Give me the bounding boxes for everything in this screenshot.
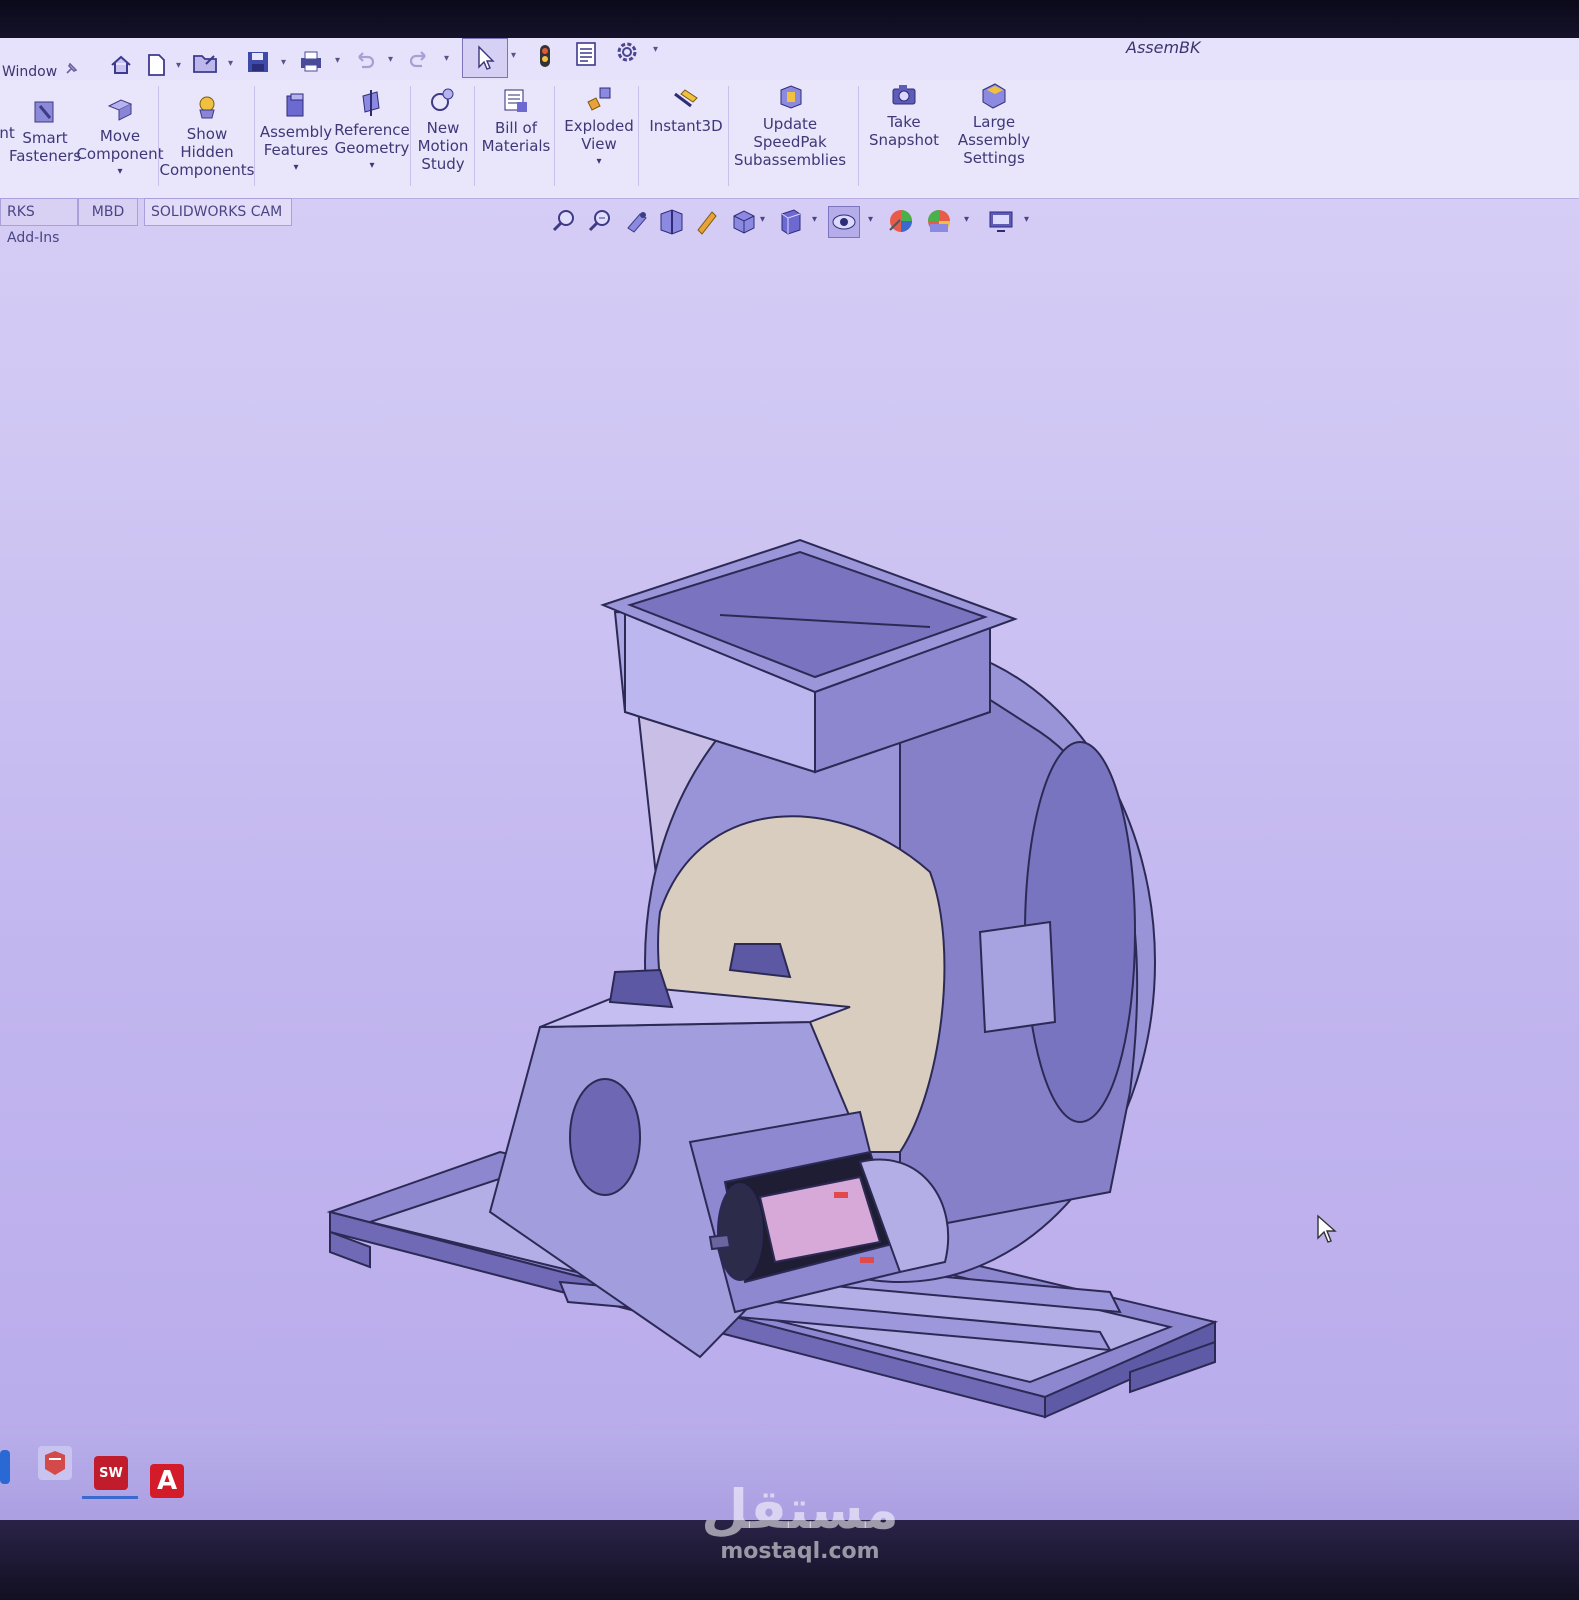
exploded-view-icon [587,87,611,111]
reference-geometry-icon [362,90,380,116]
chevron-down-icon[interactable]: ▾ [281,57,286,68]
app-shield-icon [45,1451,65,1475]
motion-study-icon [431,88,454,111]
ribbon-separator [254,86,255,186]
chevron-down-icon[interactable]: ▾ [964,214,969,225]
bill-of-materials-icon [504,89,527,112]
active-app-indicator [82,1496,138,1499]
large-assembly-settings-button[interactable]: Large Assembly Settings [946,68,1042,180]
chevron-down-icon[interactable]: ▾ [293,159,298,177]
start-button-edge[interactable] [0,1450,10,1484]
chevron-down-icon[interactable]: ▾ [596,153,601,171]
watermark-arabic: مستقل [701,1478,899,1541]
ribbon-separator [554,86,555,186]
undo-icon[interactable] [352,47,378,73]
update-speedpak-button[interactable]: Update SpeedPak Subassemblies [732,70,848,182]
options-gear-icon[interactable] [614,39,640,65]
take-snapshot-button[interactable]: Take Snapshot [862,68,946,180]
smart-fasteners-button[interactable]: Smart Fasteners [9,84,81,196]
window-menu[interactable]: Window [2,64,57,80]
instant3d-button[interactable]: Instant3D [644,72,728,184]
new-document-icon[interactable] [143,52,169,78]
ribbon-separator [474,86,475,186]
centrifugal-fan-assembly-model[interactable] [0,232,1579,1474]
chevron-down-icon[interactable]: ▾ [511,50,516,61]
chevron-down-icon[interactable]: ▾ [176,60,181,71]
camera-icon [892,85,916,105]
assembly-features-icon [286,93,304,117]
command-manager-ribbon: nt Smart Fasteners Move Component ▾ Show… [0,80,1579,199]
chevron-down-icon[interactable]: ▾ [868,214,873,225]
chevron-down-icon[interactable]: ▾ [228,58,233,69]
instant3d-icon [674,89,698,108]
large-assembly-icon [982,83,1006,109]
chevron-down-icon[interactable]: ▾ [812,214,817,225]
move-component-icon [107,99,133,121]
smart-fasteners-icon [34,101,54,123]
autocad-taskbar-button[interactable]: A [150,1464,184,1498]
move-component-button[interactable]: Move Component ▾ [76,82,164,194]
chevron-down-icon[interactable]: ▾ [388,54,393,65]
open-folder-icon[interactable] [192,50,218,76]
screen: Window ▾ ▾ ▾ ▾ ▾ ▾ ▾ ▾ AssemBK nt Smart … [0,0,1579,1600]
autocad-label: A [156,1466,178,1496]
redo-icon[interactable] [406,46,432,72]
tab-solidworks-addins[interactable]: RKS Add-Ins [0,198,78,246]
monitor-bezel-top [0,0,1579,40]
taskbar-app-icon[interactable] [38,1446,72,1480]
print-icon[interactable] [298,48,324,74]
ribbon-separator [858,86,859,186]
save-icon[interactable] [245,49,271,75]
pin-icon[interactable] [58,56,84,82]
bill-of-materials-button[interactable]: Bill of Materials [478,74,554,186]
document-title: AssemBK [1126,38,1201,57]
chevron-down-icon[interactable]: ▾ [653,44,658,55]
tab-solidworks-cam[interactable]: SOLIDWORKS CAM [144,198,292,226]
tab-mbd[interactable]: MBD [78,198,138,226]
assembly-features-button[interactable]: Assembly Features ▾ [258,78,334,190]
ribbon-separator [638,86,639,186]
file-properties-icon[interactable] [573,41,599,67]
solidworks-taskbar-button[interactable]: SW [94,1456,128,1490]
speedpak-icon [780,85,802,109]
chevron-down-icon[interactable]: ▾ [444,53,449,64]
watermark: مستقل mostaql.com [690,1480,910,1564]
home-icon[interactable] [108,52,134,78]
chevron-down-icon[interactable]: ▾ [117,163,122,181]
graphics-viewport[interactable] [0,232,1579,1474]
chevron-down-icon[interactable]: ▾ [369,157,374,175]
chevron-down-icon[interactable]: ▾ [760,214,765,225]
mouse-cursor-icon [1317,1214,1337,1243]
show-hidden-components-icon [199,96,215,119]
select-arrow-icon[interactable] [462,38,508,78]
reference-geometry-button[interactable]: Reference Geometry ▾ [334,76,410,188]
ribbon-separator [410,86,411,186]
rebuild-icon[interactable] [532,43,558,69]
show-hidden-components-button[interactable]: Show Hidden Components [160,80,254,192]
chevron-down-icon[interactable]: ▾ [335,55,340,66]
command-manager-tabs: RKS Add-Ins MBD SOLIDWORKS CAM [0,198,300,246]
solidworks-label: SW [99,1465,123,1481]
new-motion-study-button[interactable]: New Motion Study [412,74,474,186]
exploded-view-button[interactable]: Exploded View ▾ [560,72,638,184]
ribbon-separator [728,86,729,186]
watermark-latin: mostaql.com [720,1539,880,1564]
chevron-down-icon[interactable]: ▾ [1024,214,1029,225]
